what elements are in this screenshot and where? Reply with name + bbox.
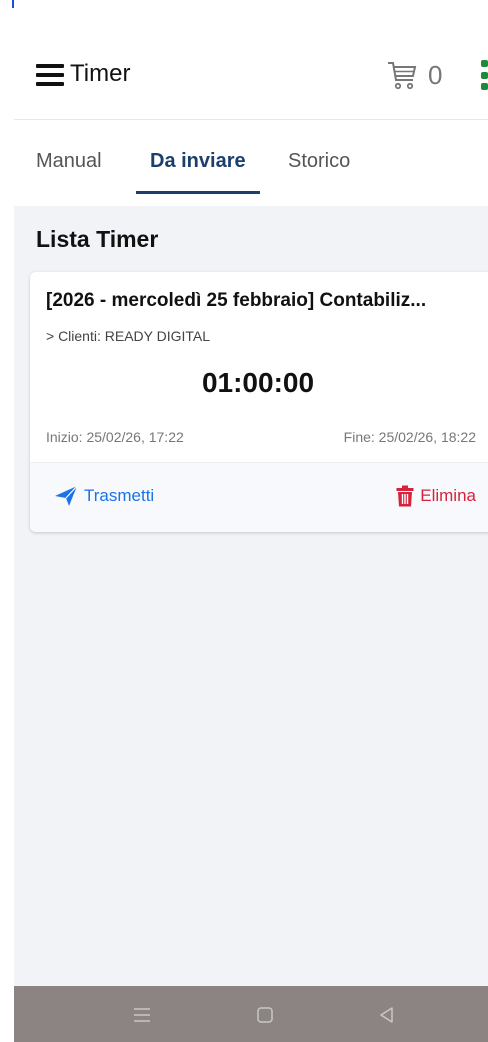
- app-bar: Timer 0: [14, 0, 488, 120]
- cart-count: 0: [428, 60, 443, 90]
- section-title: Lista Timer: [36, 226, 159, 252]
- nav-back-icon[interactable]: [376, 1004, 398, 1026]
- transmit-button[interactable]: Trasmetti: [54, 485, 154, 507]
- more-vert-icon[interactable]: [481, 60, 488, 90]
- app-screen: Timer 0 Manual Da inviare Storico Lista …: [14, 0, 488, 1042]
- timer-client: > Clienti: READY DIGITAL: [46, 328, 211, 344]
- left-edge: [0, 0, 14, 1042]
- trash-icon: [396, 485, 414, 507]
- timer-duration: 01:00:00: [201, 367, 315, 398]
- delete-label: Elimina: [420, 486, 476, 505]
- card-actions: Trasmetti Elimina: [30, 462, 488, 532]
- tab-da-inviare[interactable]: Da inviare: [150, 150, 246, 173]
- tab-manual[interactable]: Manual: [36, 150, 102, 173]
- nav-home-icon[interactable]: [254, 1004, 276, 1026]
- tab-bar: Manual Da inviare Storico: [14, 120, 488, 206]
- system-nav-bar: [14, 986, 488, 1042]
- delete-button[interactable]: Elimina: [396, 485, 476, 507]
- timer-end: Fine: 25/02/26, 18:22: [343, 429, 476, 445]
- timer-title: [2026 - mercoledì 25 febbraio] Contabili…: [46, 290, 427, 311]
- app-title: Timer: [70, 60, 131, 87]
- nav-menu-icon[interactable]: [131, 1004, 153, 1026]
- cart-icon[interactable]: [386, 60, 418, 90]
- timer-start: Inizio: 25/02/26, 17:22: [46, 429, 184, 445]
- tab-storico[interactable]: Storico: [288, 150, 350, 173]
- menu-icon[interactable]: [36, 64, 64, 86]
- send-icon: [55, 485, 78, 506]
- transmit-label: Trasmetti: [84, 486, 155, 505]
- active-tab-indicator: [136, 191, 260, 194]
- timer-card: [2026 - mercoledì 25 febbraio] Contabili…: [30, 272, 488, 532]
